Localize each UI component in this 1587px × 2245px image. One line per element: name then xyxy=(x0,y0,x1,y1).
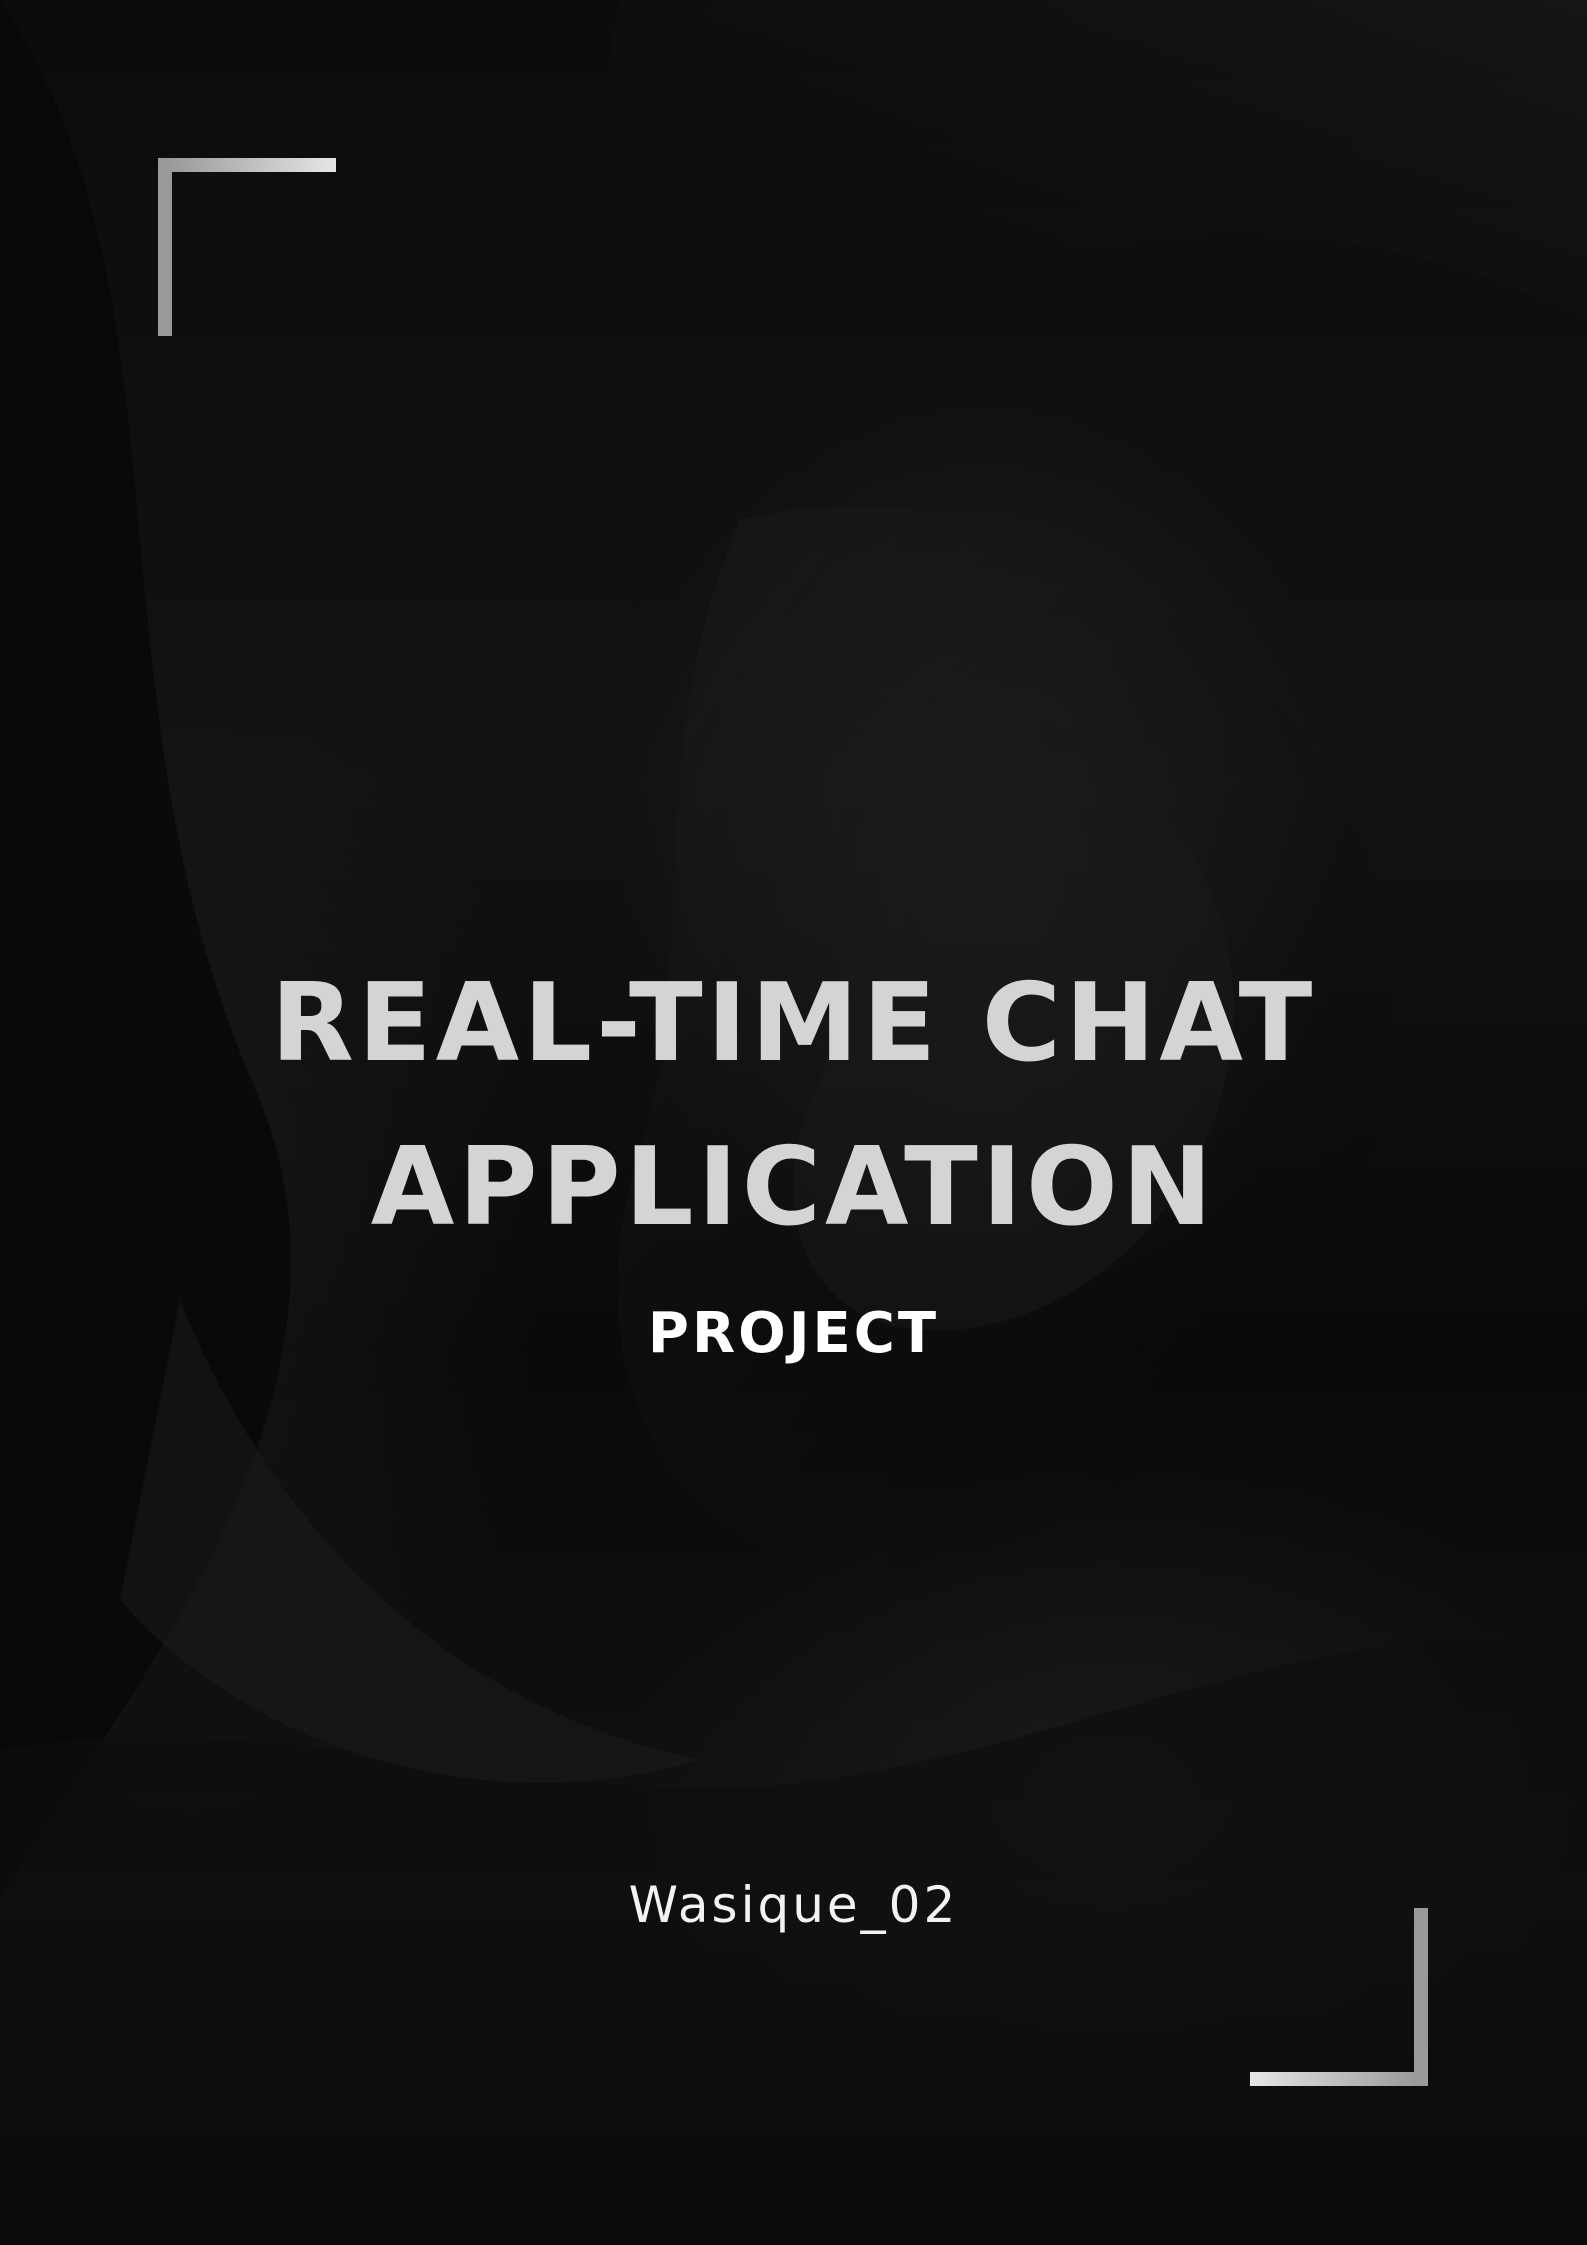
cover-title-line-2: APPLICATION xyxy=(370,1125,1217,1250)
cover-subtitle: PROJECT xyxy=(647,1301,940,1366)
frame-corner-bottom-right xyxy=(1250,1908,1428,2086)
cover-page: REAL-TIME CHAT APPLICATION PROJECT Wasiq… xyxy=(0,0,1587,2245)
fabric-fold xyxy=(120,1300,700,1783)
frame-corner-top-left xyxy=(158,158,336,336)
fabric-fold xyxy=(613,0,1587,320)
cover-author: Wasique_02 xyxy=(628,1876,959,1934)
cover-title-line-1: REAL-TIME CHAT xyxy=(270,961,1317,1086)
